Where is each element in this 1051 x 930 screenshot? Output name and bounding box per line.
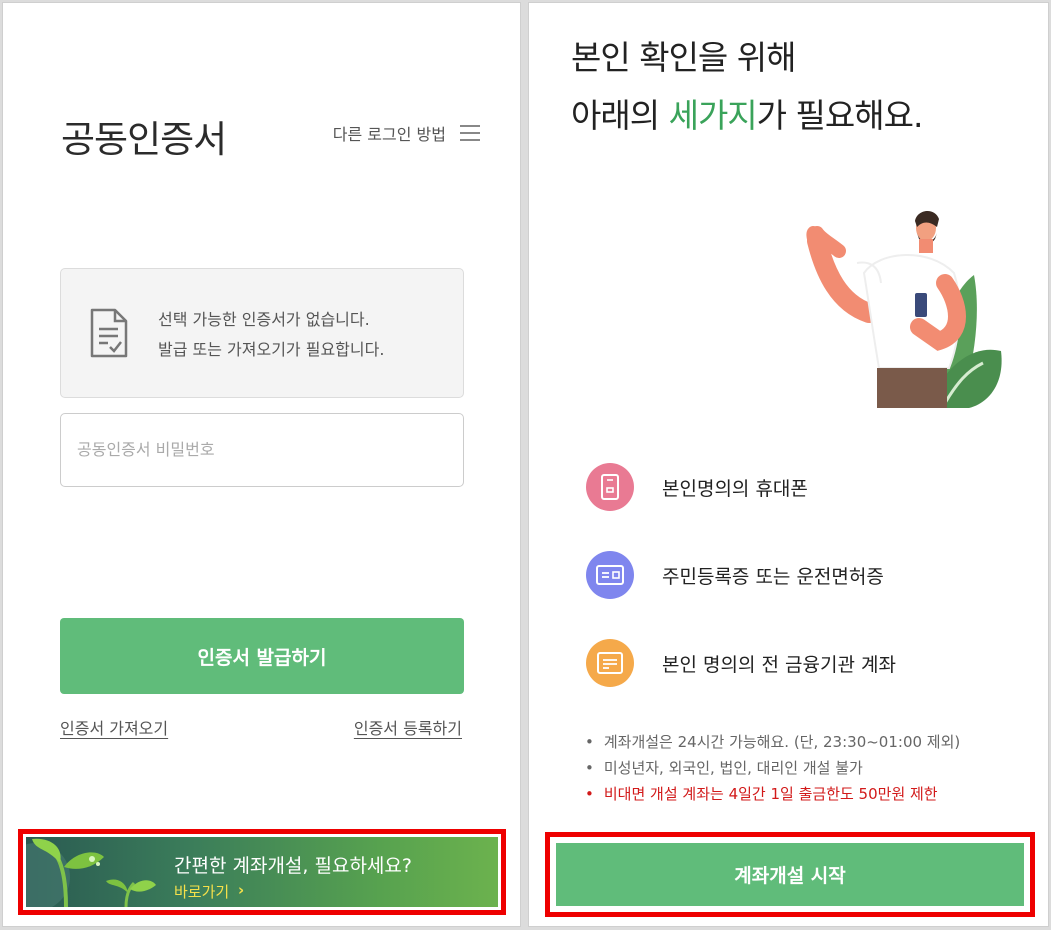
hamburger-menu-icon [460,125,480,141]
highlight-outline [545,832,1035,917]
id-card-icon [586,551,634,599]
highlight-outline [18,829,506,915]
certificate-list-empty: 선택 가능한 인증서가 없습니다. 발급 또는 가져오기가 필요합니다. [60,268,464,398]
account-opening-screen: 본인 확인을 위해 아래의 세가지가 필요해요. 본인명의의 휴대폰 주민등록증… [528,2,1049,927]
headline-highlight: 세가지 [668,96,758,135]
phone-icon [586,463,634,511]
certificate-login-screen: 공동인증서 다른 로그인 방법 선택 가능한 인증서가 없습니다. 발급 또는 … [2,2,521,927]
bank-account-icon [586,639,634,687]
requirement-label: 주민등록증 또는 운전면허증 [662,565,884,588]
requirement-label: 본인 명의의 전 금융기관 계좌 [662,653,896,676]
import-certificate-link[interactable]: 인증서 가져오기 [60,715,168,739]
requirement-item-phone: 본인명의의 휴대폰 [586,463,808,511]
page-title: 공동인증서 [61,118,227,161]
withdrawal-limit-warning: • 비대면 개설 계좌는 4일간 1일 출금한도 50만원 제한 [585,785,938,803]
notice-list: • 계좌개설은 24시간 가능해요. (단, 23:30~01:00 제외) • 미… [585,729,960,807]
requirement-item-id-card: 주민등록증 또는 운전면허증 [586,551,884,599]
other-login-label: 다른 로그인 방법 [332,125,446,144]
other-login-method-button[interactable]: 다른 로그인 방법 [333,121,480,145]
requirement-item-bank-account: 본인 명의의 전 금융기관 계좌 [586,639,896,687]
identity-headline: 본인 확인을 위해 아래의 세가지가 필요해요. [571,38,923,135]
requirement-label: 본인명의의 휴대폰 [662,477,808,500]
issue-certificate-button[interactable]: 인증서 발급하기 [60,618,464,694]
password-placeholder: 공동인증서 비밀번호 [77,440,215,459]
notice-item: • 계좌개설은 24시간 가능해요. (단, 23:30~01:00 제외) [585,733,961,751]
person-with-phone-illustration [806,210,1002,408]
certificate-password-input[interactable]: 공동인증서 비밀번호 [60,413,464,487]
empty-certificate-message: 선택 가능한 인증서가 없습니다. 발급 또는 가져오기가 필요합니다. [158,310,385,359]
document-icon [90,308,128,358]
notice-item: • 미성년자, 외국인, 법인, 대리인 개설 불가 [585,759,863,777]
register-certificate-link[interactable]: 인증서 등록하기 [354,715,462,739]
